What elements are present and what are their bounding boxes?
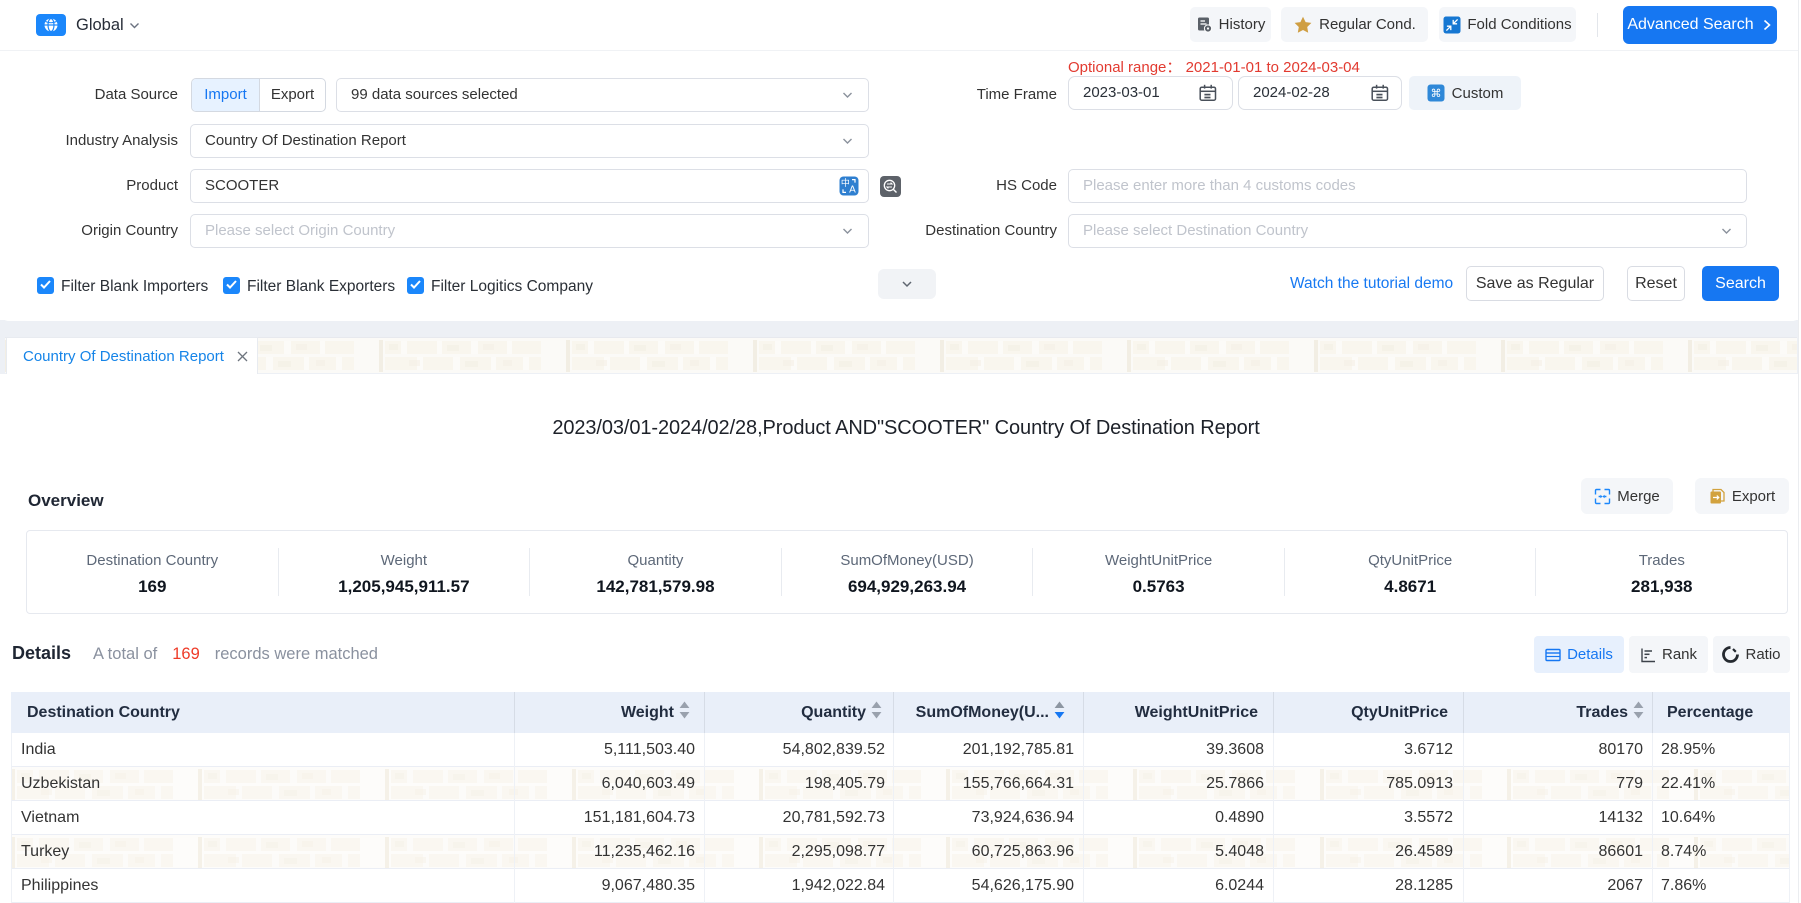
svg-text:⌘: ⌘ [1430, 88, 1441, 100]
svg-text:A: A [849, 185, 856, 196]
